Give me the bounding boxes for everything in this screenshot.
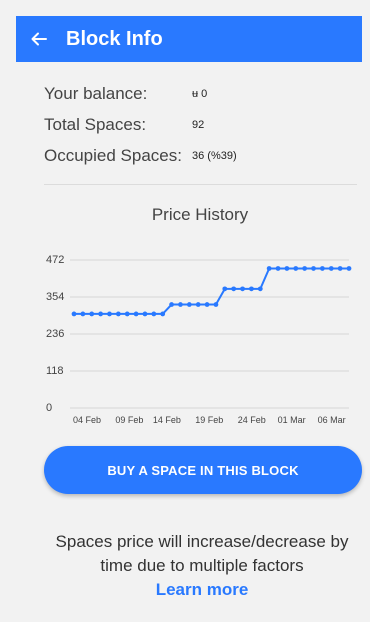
data-point [266, 266, 272, 271]
page-title: Block Info [66, 27, 163, 50]
buy-space-button[interactable]: BUY A SPACE IN THIS BLOCK [44, 446, 362, 494]
data-point [249, 286, 254, 292]
total-spaces-value: 92 [192, 118, 205, 131]
data-point [293, 266, 299, 271]
price-series-line [74, 267, 349, 315]
divider [44, 184, 357, 185]
data-point [284, 266, 290, 271]
data-point [186, 302, 192, 307]
data-point [115, 311, 121, 317]
learn-more-link[interactable]: Learn more [40, 578, 364, 602]
data-point [89, 311, 95, 317]
y-tick-label: 472 [46, 254, 64, 266]
arrow-left-icon [31, 32, 47, 46]
data-point [213, 302, 219, 307]
data-point [346, 266, 352, 271]
occupied-spaces-value: 36 (%39) [192, 149, 237, 162]
data-point [319, 266, 325, 271]
data-point [328, 266, 334, 271]
data-point [222, 286, 228, 292]
data-point [124, 311, 130, 317]
balance-label: Your balance: [44, 83, 148, 103]
footer-text: Spaces price will increase/decrease by t… [55, 532, 349, 575]
data-point [98, 311, 104, 317]
x-tick-label: 24 Feb [238, 415, 266, 425]
occupied-spaces-row: Occupied Spaces: 36 (%39) [44, 140, 358, 171]
data-point [311, 266, 316, 271]
y-tick-label: 354 [46, 291, 64, 303]
app-bar: Block Info [16, 16, 362, 62]
chart-title: Price History [151, 205, 249, 224]
data-point [275, 266, 281, 271]
data-point [231, 286, 237, 292]
data-point [107, 311, 112, 317]
price-history-chart: 0 118 236 354 472 04 Feb 09 Feb 14 Feb 19 Feb 24 … [46, 254, 352, 425]
back-button[interactable] [16, 16, 62, 62]
y-tick-label: 0 [46, 402, 52, 414]
x-tick-label: 01 Mar [278, 415, 306, 425]
occupied-spaces-label: Occupied Spaces: [44, 145, 182, 165]
data-point [204, 302, 210, 307]
total-spaces-row: Total Spaces: 92 [44, 109, 358, 140]
data-point [337, 266, 343, 271]
data-point [133, 311, 139, 317]
data-point [195, 302, 201, 307]
total-spaces-label: Total Spaces: [44, 114, 147, 134]
y-tick-label: 118 [46, 365, 64, 377]
data-point [257, 286, 263, 292]
data-point [302, 266, 308, 271]
x-tick-label: 04 Feb [73, 415, 101, 425]
data-point [151, 311, 157, 317]
data-point [71, 311, 77, 317]
footer-info: Spaces price will increase/decrease by t… [40, 530, 364, 602]
x-tick-label: 09 Feb [115, 415, 143, 425]
balance-value: ʉ 0 [192, 87, 208, 100]
data-point [169, 302, 174, 307]
x-tick-label: 19 Feb [195, 415, 223, 425]
data-point [160, 311, 166, 317]
data-point [240, 286, 245, 292]
data-point [142, 311, 148, 317]
data-point [178, 302, 183, 307]
x-tick-label: 14 Feb [153, 415, 181, 425]
y-tick-label: 236 [46, 328, 64, 340]
block-info-section: Your balance: ʉ 0 Total Spaces: 92 Occup… [44, 78, 358, 171]
x-tick-label: 06 Mar [318, 415, 346, 425]
balance-row: Your balance: ʉ 0 [44, 78, 358, 109]
data-point [80, 311, 86, 317]
